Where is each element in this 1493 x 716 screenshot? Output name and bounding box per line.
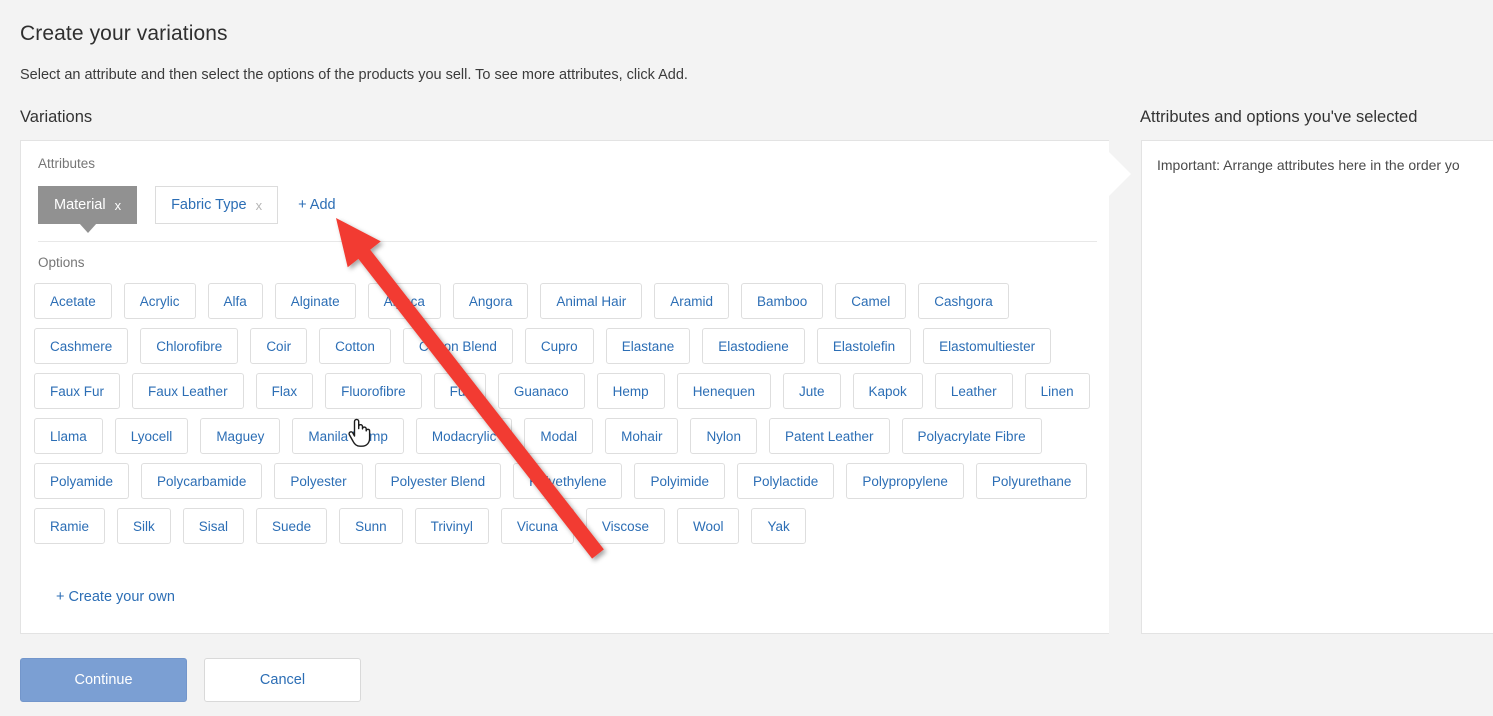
option-chip[interactable]: Sisal (182, 508, 245, 544)
variations-page: Create your variations Select an attribu… (0, 0, 1493, 716)
cancel-button[interactable]: Cancel (204, 658, 361, 702)
attribute-tab-fabric-type-label: Fabric Type (171, 197, 247, 213)
option-chip[interactable]: Cupro (524, 328, 594, 364)
option-chip[interactable]: Polyurethane (975, 463, 1088, 499)
option-chip[interactable]: Cotton Blend (402, 328, 513, 364)
close-icon[interactable]: x (256, 198, 263, 213)
option-chip[interactable]: Llama (34, 418, 103, 454)
option-chip[interactable]: Chlorofibre (140, 328, 239, 364)
option-chip[interactable]: Guanaco (497, 373, 585, 409)
variations-card: Attributes Material x Fabric Type x + Ad… (20, 140, 1113, 634)
option-chip[interactable]: Mohair (605, 418, 679, 454)
option-chip[interactable]: Aramid (654, 283, 729, 319)
panel-chevron-icon (1109, 140, 1141, 634)
option-chip[interactable]: Elastolefin (816, 328, 912, 364)
option-chip[interactable]: Vicuna (500, 508, 574, 544)
option-chip[interactable]: Faux Leather (132, 373, 244, 409)
option-chip[interactable]: Polyester (274, 463, 363, 499)
option-chip[interactable]: Alfa (207, 283, 263, 319)
option-chip[interactable]: Polyester Blend (374, 463, 502, 499)
add-attribute-button[interactable]: + Add (296, 193, 338, 217)
variations-section-heading: Variations (20, 108, 93, 126)
option-chip[interactable]: Polyimide (634, 463, 726, 499)
option-chip[interactable]: Maguey (200, 418, 281, 454)
option-chip[interactable]: Kapok (852, 373, 923, 409)
close-icon[interactable]: x (115, 198, 122, 213)
option-chip[interactable]: Polyamide (34, 463, 130, 499)
option-chip[interactable]: Modal (524, 418, 594, 454)
option-chip[interactable]: Hemp (596, 373, 665, 409)
option-chip[interactable]: Trivinyl (414, 508, 489, 544)
option-chip[interactable]: Ramie (34, 508, 106, 544)
option-chip[interactable]: Polylactide (737, 463, 835, 499)
option-chip[interactable]: Elastodiene (702, 328, 805, 364)
selected-attributes-panel: Important: Arrange attributes here in th… (1141, 140, 1493, 634)
option-chip[interactable]: Suede (256, 508, 328, 544)
option-chip[interactable]: Cotton (319, 328, 391, 364)
option-chip[interactable]: Jute (783, 373, 841, 409)
page-title: Create your variations (20, 22, 228, 45)
option-chip[interactable]: Manila Hemp (292, 418, 404, 454)
option-chip[interactable]: Faux Fur (34, 373, 121, 409)
option-chip[interactable]: Polycarbamide (141, 463, 263, 499)
option-chip[interactable]: Cashgora (918, 283, 1009, 319)
option-chip[interactable]: Polyacrylate Fibre (901, 418, 1042, 454)
options-label: Options (38, 255, 85, 270)
option-chip[interactable]: Animal Hair (540, 283, 643, 319)
attribute-tab-fabric-type[interactable]: Fabric Type x (155, 186, 279, 224)
selected-attributes-note: Important: Arrange attributes here in th… (1157, 157, 1460, 173)
option-chip[interactable]: Camel (835, 283, 907, 319)
option-chip[interactable]: Flax (255, 373, 314, 409)
selected-attributes-section-heading: Attributes and options you've selected (1140, 108, 1418, 126)
option-chip[interactable]: Fur (433, 373, 486, 409)
option-chip[interactable]: Linen (1024, 373, 1090, 409)
option-chip[interactable]: Alginate (274, 283, 356, 319)
option-chip[interactable]: Angora (452, 283, 529, 319)
option-chip[interactable]: Sunn (339, 508, 403, 544)
option-chip[interactable]: Yak (751, 508, 806, 544)
option-chip[interactable]: Henequen (676, 373, 771, 409)
attributes-label: Attributes (38, 156, 96, 171)
option-chip[interactable]: Modacrylic (415, 418, 513, 454)
option-chip[interactable]: Patent Leather (768, 418, 890, 454)
option-chip[interactable]: Acrylic (123, 283, 196, 319)
option-chip[interactable]: Acetate (34, 283, 112, 319)
option-chip[interactable]: Elastomultiester (923, 328, 1052, 364)
card-divider (38, 241, 1097, 242)
option-chip[interactable]: Bamboo (740, 283, 824, 319)
option-chip[interactable]: Wool (676, 508, 740, 544)
option-chip[interactable]: Leather (934, 373, 1013, 409)
attribute-tab-material-label: Material (54, 197, 106, 213)
option-chip[interactable]: Cashmere (34, 328, 129, 364)
continue-button[interactable]: Continue (20, 658, 187, 702)
option-chip[interactable]: Fluorofibre (325, 373, 422, 409)
page-subtitle: Select an attribute and then select the … (20, 67, 688, 83)
option-chip[interactable]: Lyocell (114, 418, 189, 454)
option-chip[interactable]: Viscose (585, 508, 665, 544)
attribute-tab-material[interactable]: Material x (38, 186, 138, 233)
option-chip[interactable]: Polyethylene (513, 463, 623, 499)
option-chip[interactable]: Coir (250, 328, 308, 364)
option-chip[interactable]: Nylon (690, 418, 757, 454)
option-chip[interactable]: Elastane (605, 328, 691, 364)
options-grid: Acetate Acrylic Alfa Alginate Alpaca Angora An… (34, 283, 1102, 544)
option-chip[interactable]: Silk (117, 508, 171, 544)
attribute-tabs: Material x Fabric Type x + Add (38, 186, 338, 233)
option-chip[interactable]: Polypropylene (846, 463, 964, 499)
option-chip[interactable]: Alpaca (367, 283, 441, 319)
create-your-own-button[interactable]: + Create your own (56, 589, 175, 605)
